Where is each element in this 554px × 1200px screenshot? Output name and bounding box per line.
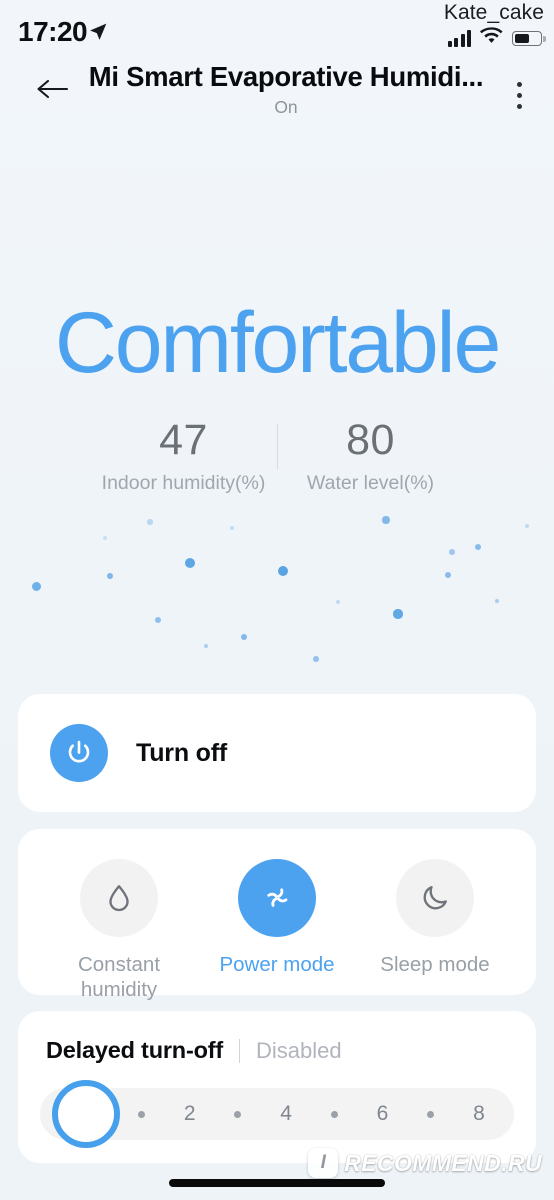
stat-label: Water level(%) [306,472,435,495]
water-drop-icon [80,859,158,937]
header-title-block: Mi Smart Evaporative Humidi... On [78,60,494,118]
slider-tick-dot [427,1110,435,1118]
mist-particle [277,565,289,577]
mist-particle [313,656,319,662]
slider-tick-label: 8 [473,1102,485,1125]
mist-particle [155,617,161,623]
slider-tick-label: 2 [183,1102,196,1125]
power-label: Turn off [136,738,227,767]
device-status-subtitle: On [274,97,298,117]
mist-particle [393,609,403,619]
mist-particle [103,536,107,540]
kebab-menu-icon[interactable] [506,78,532,112]
mist-particles [0,505,554,675]
back-arrow-icon[interactable] [34,74,70,104]
stat-value: 80 [346,416,395,464]
slider-tick-label: 4 [280,1102,292,1125]
site-watermark: I RECOMMEND.RU [308,1148,542,1178]
slider-tick-dot [138,1110,145,1118]
delayed-turn-off-card: Delayed turn-off Disabled 2 4 6 8 [18,1011,536,1163]
mist-particle [184,557,196,569]
stats-row: 47 Indoor humidity(%) 80 Water level(%) [0,416,554,495]
mist-particle [474,543,482,551]
watermark-badge: I [308,1148,339,1178]
mist-particle [240,633,248,641]
fan-icon [238,859,316,937]
stat-value: 47 [159,416,208,464]
mist-particle [230,526,234,530]
mist-particle [382,516,390,524]
delayed-state: Disabled [255,1037,342,1063]
status-carrier: Kate_cake [443,1,544,24]
modes-card: Constant humidity Power mode Sleep mode [18,829,536,1001]
page-title: Mi Smart Evaporative Humidi... [88,61,484,92]
mist-particle [524,523,530,529]
mist-particle [335,599,341,605]
status-icons [447,27,546,50]
mist-particle [444,571,452,579]
stat-water-level: 80 Water level(%) [278,416,464,495]
mist-particle [106,572,114,580]
comfort-status-text: Comfortable [54,295,501,391]
delayed-header: Delayed turn-off Disabled [18,1011,536,1064]
slider-tick-label: 6 [376,1102,389,1125]
mist-particle [449,549,455,555]
slider-handle[interactable] [52,1080,120,1148]
app-header: Mi Smart Evaporative Humidi... On [0,58,554,124]
moon-icon [396,859,474,937]
mode-label: Power mode [219,953,335,976]
mist-particle [203,643,209,649]
mist-particle [147,519,153,525]
delay-slider[interactable]: 2 4 6 8 [40,1080,514,1148]
mode-label: Constant humidity [77,953,161,1002]
power-icon[interactable] [50,724,108,782]
mist-particle [494,598,500,604]
app-screen: 17:20 Kate_cake Mi Smart Evaporative Hum… [0,0,554,1200]
stat-label: Indoor humidity(%) [101,472,266,495]
delayed-title: Delayed turn-off [46,1037,223,1063]
delayed-divider [238,1038,240,1063]
location-arrow-icon [88,22,108,47]
mode-power-mode[interactable]: Power mode [202,859,352,977]
watermark-text: RECOMMEND.RU [344,1149,542,1176]
mist-particle [31,581,41,591]
mode-constant-humidity[interactable]: Constant humidity [44,859,194,1002]
status-time: 17:20 [18,16,88,47]
wifi-icon [480,27,503,50]
slider-tick-dot [330,1110,338,1118]
mode-label: Sleep mode [380,953,490,976]
signal-bars-icon [447,30,471,47]
slider-tick-dot [234,1110,242,1118]
status-bar: 17:20 Kate_cake [0,0,554,56]
home-indicator-bar[interactable] [169,1179,385,1187]
stat-indoor-humidity: 47 Indoor humidity(%) [91,416,277,495]
power-card[interactable]: Turn off [18,694,536,812]
mode-sleep-mode[interactable]: Sleep mode [360,859,510,977]
battery-icon [512,31,546,46]
